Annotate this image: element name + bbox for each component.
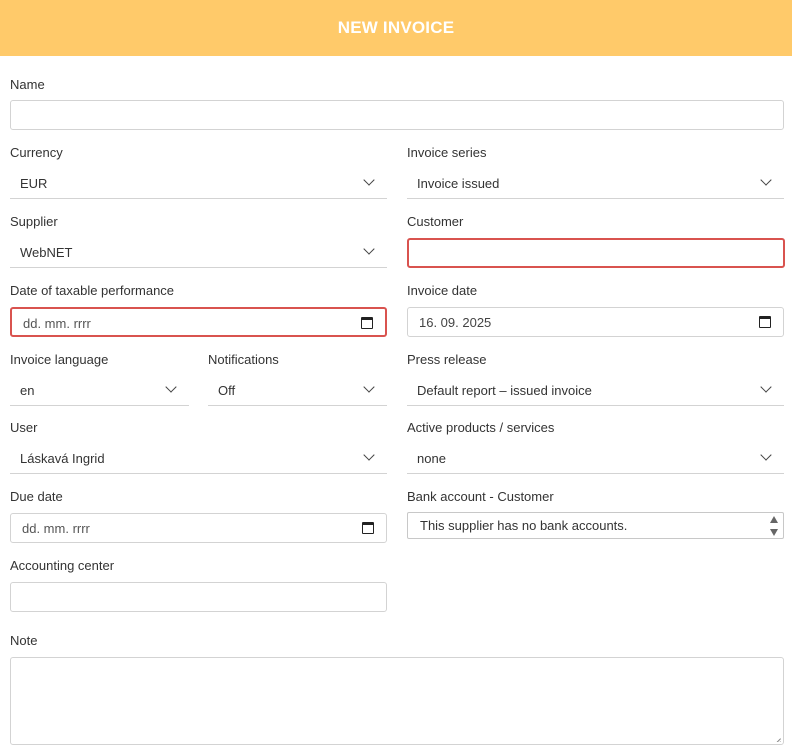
taxable-date-placeholder: dd. mm. rrrr [23, 316, 91, 331]
invoice-language-select[interactable]: en [10, 375, 189, 406]
note-label: Note [10, 633, 38, 648]
currency-label: Currency [10, 145, 63, 160]
user-select[interactable]: Láskavá Ingrid [10, 443, 387, 474]
due-date-label: Due date [10, 489, 63, 504]
invoice-language-value: en [20, 382, 35, 398]
chevron-down-icon [363, 449, 375, 461]
accounting-center-input[interactable] [10, 582, 387, 612]
supplier-select[interactable]: WebNET [10, 237, 387, 268]
notifications-select[interactable]: Off [208, 375, 387, 406]
name-label: Name [10, 77, 45, 92]
due-date-input[interactable]: dd. mm. rrrr [10, 513, 387, 543]
bank-account-label: Bank account - Customer [407, 489, 554, 504]
currency-select[interactable]: EUR [10, 168, 387, 199]
currency-value: EUR [20, 175, 48, 191]
invoice-date-value: 16. 09. 2025 [419, 315, 492, 330]
notifications-value: Off [218, 382, 236, 398]
calendar-icon[interactable] [759, 316, 771, 328]
invoice-date-input[interactable]: 16. 09. 2025 [407, 307, 784, 337]
spin-buttons[interactable] [770, 516, 779, 536]
accounting-center-label: Accounting center [10, 558, 115, 573]
active-products-value: none [417, 450, 446, 466]
page-header: NEW INVOICE [0, 0, 792, 56]
supplier-value: WebNET [20, 244, 73, 260]
press-release-select[interactable]: Default report – issued invoice [407, 375, 784, 406]
taxable-date-input[interactable]: dd. mm. rrrr [10, 307, 387, 337]
chevron-down-icon [363, 243, 375, 255]
user-value: Láskavá Ingrid [20, 450, 105, 466]
invoice-series-value: Invoice issued [417, 175, 500, 191]
press-release-value: Default report – issued invoice [417, 382, 592, 398]
bank-account-value: This supplier has no bank accounts. [420, 518, 628, 533]
user-label: User [10, 420, 38, 435]
notifications-label: Notifications [208, 352, 279, 367]
spin-down-icon[interactable] [770, 529, 778, 536]
note-textarea[interactable] [10, 657, 784, 745]
invoice-date-label: Invoice date [407, 283, 478, 298]
press-release-label: Press release [407, 352, 487, 367]
active-products-label: Active products / services [407, 420, 555, 435]
chevron-down-icon [760, 381, 772, 393]
invoice-series-select[interactable]: Invoice issued [407, 168, 784, 199]
due-date-placeholder: dd. mm. rrrr [22, 521, 90, 536]
supplier-label: Supplier [10, 214, 58, 229]
taxable-date-label: Date of taxable performance [10, 283, 175, 298]
chevron-down-icon [760, 174, 772, 186]
customer-label: Customer [407, 214, 464, 229]
spin-up-icon[interactable] [770, 516, 778, 523]
bank-account-select[interactable]: This supplier has no bank accounts. [407, 512, 784, 539]
chevron-down-icon [760, 449, 772, 461]
chevron-down-icon [363, 174, 375, 186]
calendar-icon[interactable] [361, 317, 373, 329]
page-title: NEW INVOICE [337, 18, 455, 37]
invoice-language-label: Invoice language [10, 352, 109, 367]
customer-input[interactable] [407, 238, 785, 268]
invoice-series-label: Invoice series [407, 145, 487, 160]
chevron-down-icon [363, 381, 375, 393]
active-products-select[interactable]: none [407, 443, 784, 474]
resize-grip-icon[interactable] [773, 734, 781, 742]
calendar-icon[interactable] [362, 522, 374, 534]
name-input[interactable] [10, 100, 784, 130]
chevron-down-icon [165, 381, 177, 393]
